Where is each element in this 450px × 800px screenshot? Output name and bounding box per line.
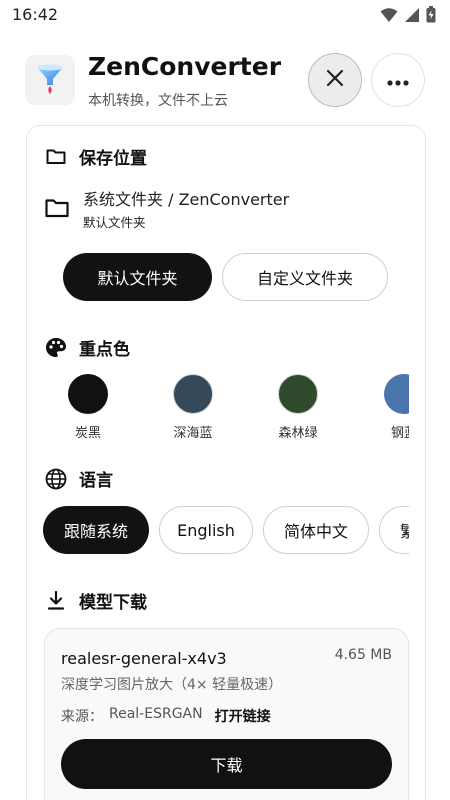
default-folder-button[interactable]: 默认文件夹 [63, 253, 212, 301]
model-card: realesr-general-x4v3 4.65 MB 深度学习图片放大（4×… [44, 628, 409, 800]
language-label: 语言 [79, 471, 113, 491]
download-button[interactable]: 下载 [61, 739, 392, 789]
close-button[interactable] [308, 53, 362, 107]
app-header: ZenConverter 本机转换，文件不上云 [0, 40, 450, 120]
accent-color-label: 重点色 [79, 340, 130, 360]
status-bar: 16:42 [0, 0, 450, 30]
save-location-label: 保存位置 [79, 149, 147, 169]
globe-icon [45, 468, 67, 490]
swatch-label: 炭黑 [74, 426, 101, 441]
app-title: ZenConverter [88, 52, 282, 81]
battery-icon [426, 6, 436, 27]
signal-icon [404, 7, 420, 27]
settings-card: 保存位置 系统文件夹 / ZenConverter 默认文件夹 默认文件夹 自定… [26, 125, 426, 800]
folder-icon [45, 198, 69, 222]
swatch-deep-sea-blue[interactable] [173, 374, 213, 414]
swatch-forest-green[interactable] [278, 374, 318, 414]
language-english[interactable]: English [159, 506, 253, 554]
open-link[interactable]: 打开链接 [215, 706, 271, 726]
wifi-icon [380, 7, 398, 27]
status-icons [380, 6, 436, 27]
palette-icon [45, 337, 67, 359]
folder-icon [45, 146, 67, 168]
language-follow-system[interactable]: 跟随系统 [43, 506, 149, 554]
model-size: 4.65 MB [334, 647, 392, 663]
accent-swatches: 炭黑 深海蓝 森林绿 钢蓝 [27, 366, 409, 446]
model-download-label: 模型下载 [79, 593, 147, 613]
swatch-label: 森林绿 [278, 426, 318, 441]
more-button[interactable] [371, 53, 425, 107]
accent-color-title: 重点色 [45, 335, 130, 360]
swatch-label: 钢蓝 [390, 426, 409, 441]
current-folder: 系统文件夹 / ZenConverter 默认文件夹 [45, 186, 405, 236]
download-icon [45, 590, 67, 612]
save-location-title: 保存位置 [45, 144, 147, 169]
swatch-label: 深海蓝 [173, 426, 213, 441]
model-download-title: 模型下载 [45, 588, 147, 613]
model-name: realesr-general-x4v3 [61, 649, 227, 668]
funnel-logo-icon [25, 55, 75, 105]
close-icon [325, 68, 345, 92]
custom-folder-button[interactable]: 自定义文件夹 [222, 253, 388, 301]
status-time: 16:42 [12, 5, 59, 24]
model-source-name: Real-ESRGAN [109, 706, 203, 722]
model-source: 来源： Real-ESRGAN 打开链接 [61, 706, 271, 726]
swatch-steel-blue[interactable] [384, 374, 409, 414]
language-traditional-chinese[interactable]: 繁體中文 [379, 506, 409, 554]
swatch-charcoal[interactable] [68, 374, 108, 414]
model-description: 深度学习图片放大（4× 轻量极速） [61, 677, 283, 693]
model-source-label: 来源： [61, 709, 103, 725]
folder-path-sub: 默认文件夹 [83, 215, 146, 230]
language-options: 跟随系统 English 简体中文 繁體中文 [27, 504, 409, 558]
language-simplified-chinese[interactable]: 简体中文 [263, 506, 369, 554]
more-horizontal-icon [387, 71, 409, 90]
app-subtitle: 本机转换，文件不上云 [88, 93, 228, 109]
language-title: 语言 [45, 466, 113, 491]
folder-path: 系统文件夹 / ZenConverter [83, 190, 290, 209]
